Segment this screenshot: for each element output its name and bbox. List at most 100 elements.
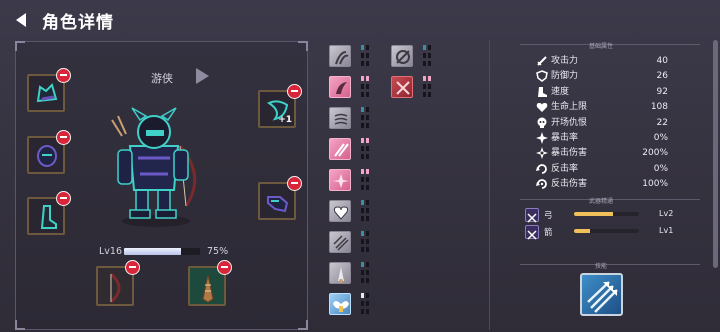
stat-label: 攻击力: [551, 56, 579, 66]
rarity-pip: [366, 216, 369, 221]
item-tile[interactable]: [329, 200, 351, 222]
equip-slot-gloves[interactable]: [258, 176, 302, 220]
rarity-pip: [361, 169, 364, 174]
weapon-mastery-fill: [574, 212, 613, 216]
item-tile[interactable]: [329, 262, 351, 284]
rarity-pip: [366, 208, 369, 213]
stat-row: 开场仇恨 22: [536, 117, 668, 130]
weapon-mastery-level: Lv2: [659, 209, 674, 218]
bow-mastery-icon: [525, 208, 539, 223]
stat-value: 100%: [642, 179, 668, 190]
item-rarity-pips: [361, 200, 371, 222]
equip-slot-boots[interactable]: [27, 191, 71, 235]
rarity-pip: [361, 309, 364, 314]
next-class-button[interactable]: [194, 67, 210, 85]
rarity-pip: [423, 45, 426, 50]
counter-damage-icon: [536, 179, 547, 190]
rarity-pip: [366, 177, 369, 182]
section-title-base-stats: 基础属性: [588, 43, 613, 50]
weapon-mastery-label: 箭: [544, 228, 553, 238]
remove-weapon-button[interactable]: [217, 260, 232, 275]
weapon-slot-bow[interactable]: [96, 260, 140, 306]
rarity-pip: [361, 92, 364, 97]
item-rarity-pips: [361, 293, 371, 315]
rarity-pip: [428, 92, 431, 97]
rarity-pip: [366, 61, 369, 66]
rarity-pip: [423, 53, 426, 58]
page-title: 角色详情: [42, 13, 114, 33]
stat-row: 暴击率 0%: [536, 132, 668, 145]
rarity-pip: [361, 107, 364, 112]
play-arrow-icon: [196, 68, 209, 84]
crit-icon: [536, 132, 548, 144]
stat-row: 攻击力 40: [536, 55, 668, 68]
rarity-pip: [366, 107, 369, 112]
weapon-mastery-row[interactable]: 弓 Lv2: [525, 208, 675, 223]
remove-equip-button[interactable]: [56, 68, 71, 83]
weapon-mastery-row[interactable]: 箭 Lv1: [525, 225, 675, 240]
skill-slot[interactable]: [580, 273, 623, 316]
equip-slot-armor[interactable]: [27, 130, 71, 174]
armor-icon: [37, 145, 57, 167]
stat-label: 反击率: [551, 163, 579, 174]
weapon-mastery-fill: [574, 229, 591, 233]
item-tile[interactable]: [329, 107, 351, 129]
item-tile[interactable]: [329, 45, 351, 67]
item-tile[interactable]: [391, 45, 413, 67]
rarity-pip: [361, 154, 364, 159]
rarity-pip: [366, 309, 369, 314]
scratch-icon: [333, 235, 349, 251]
claw-icon: [335, 51, 349, 65]
rarity-pip: [366, 200, 369, 205]
stat-value: 40: [656, 56, 668, 66]
remove-weapon-button[interactable]: [125, 260, 140, 275]
remove-equip-button[interactable]: [56, 130, 71, 145]
rune-icon: [396, 50, 410, 64]
sword-icon: [537, 56, 547, 66]
character-sprite: [108, 106, 208, 235]
stat-label: 暴击伤害: [551, 148, 588, 159]
item-tile[interactable]: [329, 293, 351, 315]
item-tile[interactable]: [391, 76, 413, 98]
back-button[interactable]: [12, 10, 32, 30]
rarity-pip: [361, 138, 364, 143]
rarity-pip: [361, 123, 364, 128]
equip-slot-helmet[interactable]: [27, 68, 71, 112]
scrollbar[interactable]: [713, 40, 718, 268]
stat-row: 反击率 0%: [536, 163, 668, 176]
item-tile[interactable]: [329, 169, 351, 191]
rarity-pip: [423, 92, 426, 97]
rarity-pip: [366, 76, 369, 81]
spike-icon: [338, 267, 344, 283]
stat-value: 108: [650, 102, 668, 113]
rarity-pip: [361, 146, 364, 151]
weapon-slot-arrow[interactable]: [188, 260, 232, 306]
item-tile[interactable]: [329, 76, 351, 98]
item-rarity-pips: [361, 262, 371, 284]
item-tile[interactable]: [329, 138, 351, 160]
rarity-pip: [366, 115, 369, 120]
rarity-pip: [361, 231, 364, 236]
rarity-pip: [366, 262, 369, 267]
arrow-mastery-icon: [525, 225, 539, 240]
weapon-mastery-level: Lv1: [659, 226, 674, 235]
stat-label: 开场仇恨: [551, 117, 588, 128]
counter-icon: [536, 163, 547, 174]
remove-equip-button[interactable]: [56, 191, 71, 206]
item-rarity-pips: [423, 76, 433, 98]
rarity-pip: [366, 154, 369, 159]
equip-slot-cape[interactable]: +1: [258, 84, 302, 128]
rarity-pip: [366, 185, 369, 190]
remove-equip-button[interactable]: [287, 84, 302, 99]
back-arrow-icon: [16, 13, 26, 27]
remove-equip-button[interactable]: [287, 176, 302, 191]
weapon-mastery-bar: [574, 212, 639, 216]
rarity-pip: [366, 92, 369, 97]
xp-fill: [124, 248, 181, 255]
section-title-skills: 技能: [594, 263, 607, 270]
item-tile[interactable]: [329, 231, 351, 253]
rarity-pip: [361, 208, 364, 213]
rarity-pip: [428, 61, 431, 66]
weapon-mastery-label: 弓: [544, 211, 553, 221]
stat-label: 速度: [551, 86, 570, 97]
